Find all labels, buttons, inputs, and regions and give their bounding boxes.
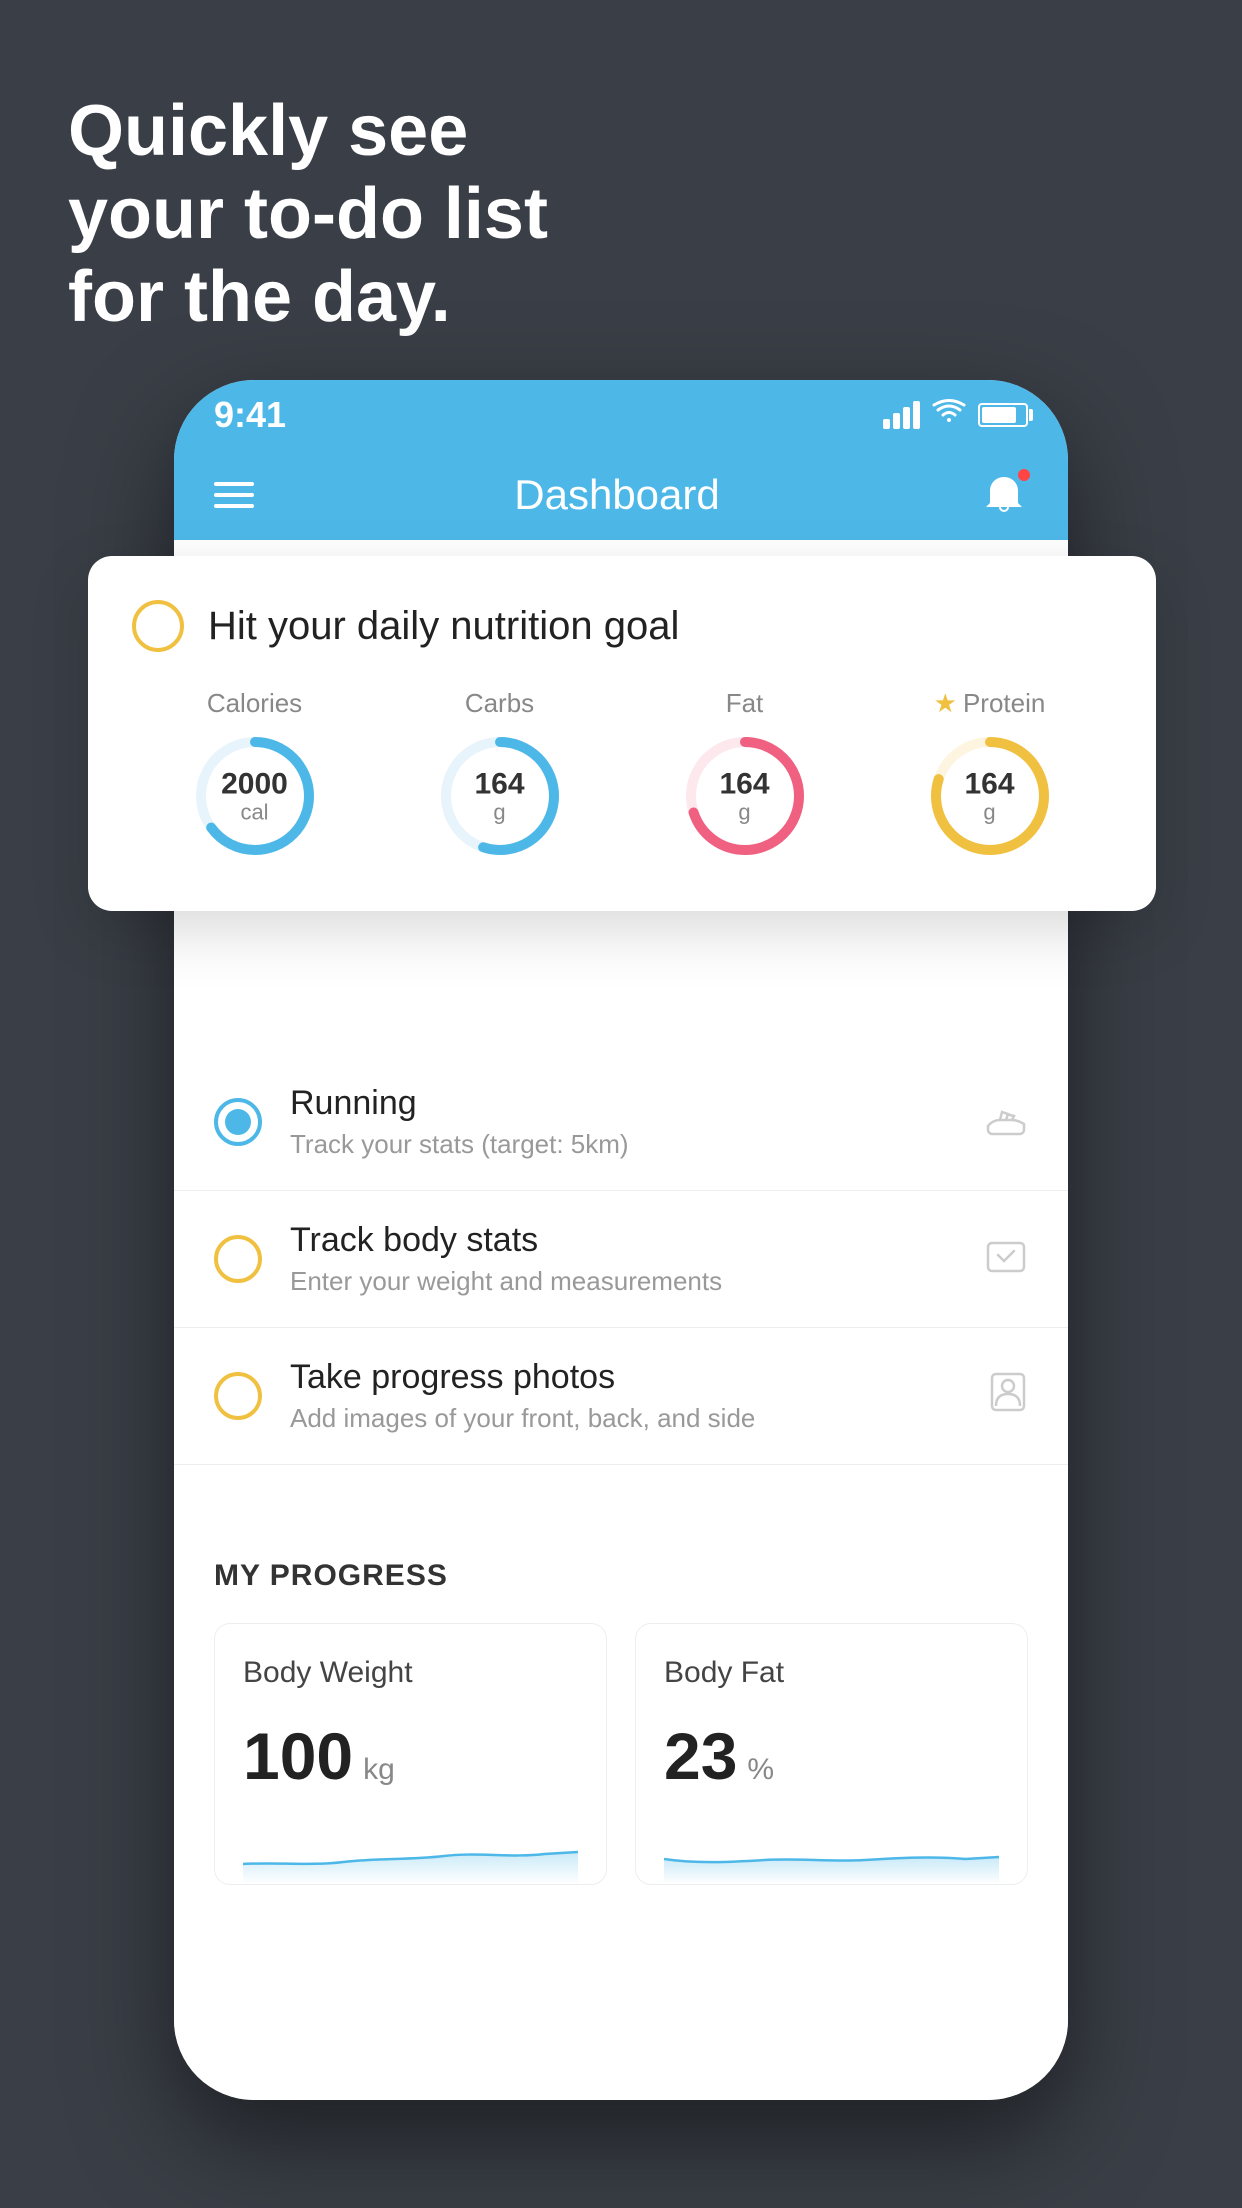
todo-title-body-stats: Track body stats: [290, 1221, 956, 1260]
nutrition-item-carbs: Carbs 164 g: [435, 688, 565, 861]
progress-cards: Body Weight 100 kg: [214, 1623, 1028, 1885]
todo-text-photos: Take progress photos Add images of your …: [290, 1358, 960, 1434]
todo-title-running: Running: [290, 1084, 956, 1123]
todo-list: Running Track your stats (target: 5km): [174, 1054, 1068, 1465]
body-fat-value: 23: [664, 1718, 737, 1794]
nutrition-item-calories: Calories 2000 cal: [190, 688, 320, 861]
todo-text-running: Running Track your stats (target: 5km): [290, 1084, 956, 1160]
protein-chart: 164 g: [925, 731, 1055, 861]
nutrition-card-title: Hit your daily nutrition goal: [208, 604, 679, 649]
protein-label: Protein: [963, 688, 1045, 719]
body-fat-card: Body Fat 23 %: [635, 1623, 1028, 1885]
protein-value: 164: [964, 767, 1014, 800]
body-fat-chart: [664, 1824, 999, 1884]
body-weight-card: Body Weight 100 kg: [214, 1623, 607, 1885]
protein-label-row: ★ Protein: [934, 688, 1046, 719]
nav-title: Dashboard: [514, 471, 719, 519]
todo-subtitle-body-stats: Enter your weight and measurements: [290, 1266, 956, 1297]
floating-nutrition-card: Hit your daily nutrition goal Calories 2…: [88, 556, 1156, 911]
calories-chart: 2000 cal: [190, 731, 320, 861]
todo-text-body-stats: Track body stats Enter your weight and m…: [290, 1221, 956, 1297]
status-bar: 9:41: [174, 380, 1068, 450]
progress-header: MY PROGRESS: [214, 1559, 1028, 1593]
nutrition-checkbox[interactable]: [132, 600, 184, 652]
bell-icon[interactable]: [980, 471, 1028, 519]
notification-dot: [1016, 467, 1032, 483]
hamburger-menu[interactable]: [214, 482, 254, 508]
todo-item-photos[interactable]: Take progress photos Add images of your …: [174, 1328, 1068, 1465]
headline: Quickly see your to-do list for the day.: [68, 90, 548, 338]
body-fat-title: Body Fat: [664, 1656, 999, 1690]
carbs-chart: 164 g: [435, 731, 565, 861]
headline-line3: for the day.: [68, 256, 548, 339]
body-weight-chart: [243, 1824, 578, 1884]
protein-star-icon: ★: [934, 688, 957, 719]
battery-icon: [978, 403, 1028, 427]
nutrition-circles: Calories 2000 cal Carbs: [132, 688, 1112, 861]
headline-line2: your to-do list: [68, 173, 548, 256]
todo-item-body-stats[interactable]: Track body stats Enter your weight and m…: [174, 1191, 1068, 1328]
nutrition-item-protein: ★ Protein 164 g: [925, 688, 1055, 861]
todo-item-running[interactable]: Running Track your stats (target: 5km): [174, 1054, 1068, 1191]
calories-label: Calories: [207, 688, 302, 719]
body-fat-unit: %: [747, 1753, 774, 1787]
todo-subtitle-running: Track your stats (target: 5km): [290, 1129, 956, 1160]
todo-checkbox-body-stats[interactable]: [214, 1235, 262, 1283]
status-time: 9:41: [214, 394, 286, 436]
nutrition-item-fat: Fat 164 g: [680, 688, 810, 861]
person-icon: [988, 1370, 1028, 1423]
body-fat-value-row: 23 %: [664, 1718, 999, 1794]
progress-section: MY PROGRESS Body Weight 100 kg: [174, 1515, 1068, 1885]
protein-unit: g: [964, 800, 1014, 824]
todo-title-photos: Take progress photos: [290, 1358, 960, 1397]
body-weight-title: Body Weight: [243, 1656, 578, 1690]
shoe-icon: [984, 1100, 1028, 1145]
carbs-value: 164: [474, 767, 524, 800]
carbs-unit: g: [474, 800, 524, 824]
fat-chart: 164 g: [680, 731, 810, 861]
card-title-row: Hit your daily nutrition goal: [132, 600, 1112, 652]
headline-line1: Quickly see: [68, 90, 548, 173]
body-weight-unit: kg: [363, 1753, 395, 1787]
todo-checkbox-photos[interactable]: [214, 1372, 262, 1420]
todo-checkbox-running[interactable]: [214, 1098, 262, 1146]
signal-bars-icon: [883, 401, 920, 429]
status-icons: [883, 398, 1028, 433]
wifi-icon: [932, 398, 966, 433]
body-weight-value: 100: [243, 1718, 353, 1794]
scale-icon: [984, 1235, 1028, 1284]
nav-bar: Dashboard: [174, 450, 1068, 540]
calories-value: 2000: [221, 767, 288, 800]
fat-value: 164: [719, 767, 769, 800]
calories-unit: cal: [221, 800, 288, 824]
todo-subtitle-photos: Add images of your front, back, and side: [290, 1403, 960, 1434]
carbs-label: Carbs: [465, 688, 534, 719]
fat-label: Fat: [726, 688, 764, 719]
fat-unit: g: [719, 800, 769, 824]
body-weight-value-row: 100 kg: [243, 1718, 578, 1794]
